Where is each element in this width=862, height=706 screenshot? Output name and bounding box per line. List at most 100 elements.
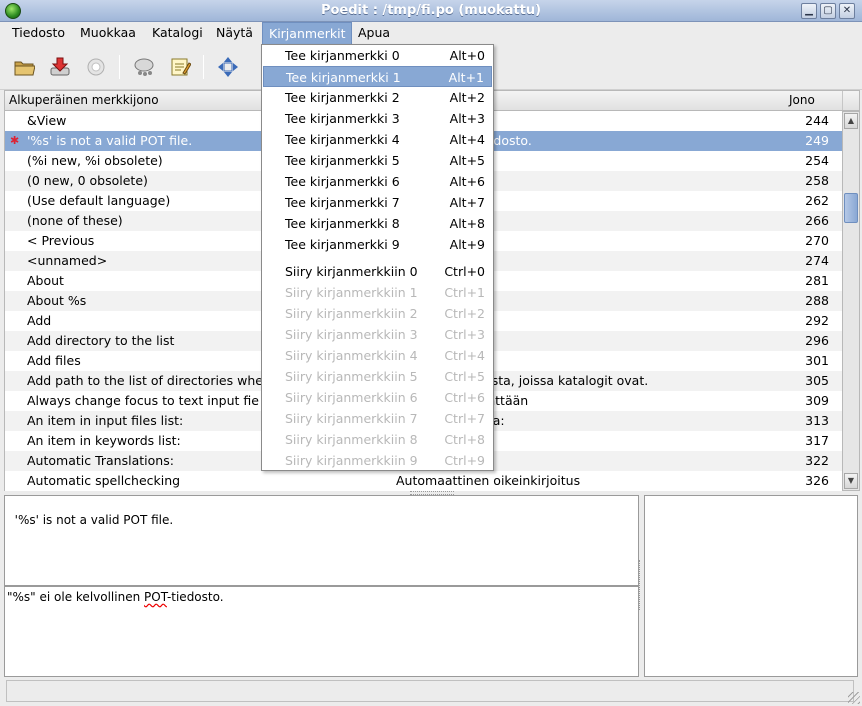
source-cell: An item in input files list: — [27, 413, 184, 428]
line-cell: 244 — [805, 113, 829, 128]
menu-nayta[interactable]: Näytä — [210, 22, 259, 44]
menu-item-set-bookmark-3[interactable]: Tee kirjanmerkki 3 Alt+3 — [263, 108, 492, 129]
menu-item-set-bookmark-4[interactable]: Tee kirjanmerkki 4 Alt+4 — [263, 129, 492, 150]
update-catalog-icon[interactable] — [82, 53, 110, 81]
line-cell: 270 — [805, 233, 829, 248]
maximize-button[interactable]: ▢ — [820, 3, 836, 19]
scroll-up-arrow[interactable]: ▲ — [844, 113, 858, 129]
scrollbar-thumb[interactable] — [844, 193, 858, 223]
minimize-button[interactable]: ▁ — [801, 3, 817, 19]
menu-item-label: Siiry kirjanmerkkiin 0 — [285, 264, 418, 279]
menu-item-set-bookmark-1[interactable]: Tee kirjanmerkki 1 Alt+1 — [263, 66, 492, 87]
menu-item-label: Tee kirjanmerkki 5 — [285, 153, 400, 168]
menu-item-set-bookmark-2[interactable]: Tee kirjanmerkki 2 Alt+2 — [263, 87, 492, 108]
translation-text-suffix: -tiedosto. — [166, 590, 224, 604]
menu-item-goto-bookmark-7[interactable]: Siiry kirjanmerkkiin 7 Ctrl+7 — [263, 408, 492, 429]
line-cell: 305 — [805, 373, 829, 388]
source-cell: (%i new, %i obsolete) — [27, 153, 163, 168]
menu-item-label: Tee kirjanmerkki 4 — [285, 132, 400, 147]
menu-kirjanmerkit[interactable]: Kirjanmerkit — [262, 22, 353, 44]
menu-item-accelerator: Ctrl+2 — [444, 306, 485, 321]
menu-katalogi[interactable]: Katalogi — [146, 22, 209, 44]
vertical-splitter-grip[interactable] — [639, 560, 642, 610]
close-button[interactable]: ✕ — [839, 3, 855, 19]
scroll-down-arrow[interactable]: ▼ — [844, 473, 858, 489]
line-cell: 266 — [805, 213, 829, 228]
auto-translate-icon[interactable] — [130, 53, 158, 81]
translation-cell: Automaattinen oikeinkirjoitus — [396, 473, 581, 488]
source-cell: About %s — [27, 293, 87, 308]
menu-tiedosto[interactable]: Tiedosto — [6, 22, 71, 44]
source-cell: Add — [27, 313, 52, 328]
menu-item-accelerator: Ctrl+5 — [444, 369, 485, 384]
menu-item-accelerator: Alt+6 — [449, 174, 485, 189]
menu-item-accelerator: Alt+9 — [449, 237, 485, 252]
menu-item-label: Siiry kirjanmerkkiin 2 — [285, 306, 418, 321]
menu-item-goto-bookmark-3[interactable]: Siiry kirjanmerkkiin 3 Ctrl+3 — [263, 324, 492, 345]
menu-item-set-bookmark-0[interactable]: Tee kirjanmerkki 0 Alt+0 — [263, 45, 492, 66]
menu-item-accelerator: Alt+7 — [449, 195, 485, 210]
status-bar — [6, 680, 854, 702]
menu-item-label: Tee kirjanmerkki 7 — [285, 195, 400, 210]
menu-item-label: Siiry kirjanmerkkiin 3 — [285, 327, 418, 342]
line-cell: 274 — [805, 253, 829, 268]
translation-input[interactable]: "%s" ei ole kelvollinen POT-tiedosto. — [4, 586, 639, 677]
menu-item-accelerator: Alt+8 — [449, 216, 485, 231]
menu-item-goto-bookmark-8[interactable]: Siiry kirjanmerkkiin 8 Ctrl+8 — [263, 429, 492, 450]
source-cell: Add files — [27, 353, 81, 368]
menu-item-accelerator: Ctrl+9 — [444, 453, 485, 468]
menu-item-accelerator: Ctrl+4 — [444, 348, 485, 363]
open-folder-icon[interactable] — [10, 53, 38, 81]
menu-item-label: Tee kirjanmerkki 3 — [285, 111, 400, 126]
resize-grip-icon[interactable] — [848, 692, 860, 704]
menu-item-label: Tee kirjanmerkki 8 — [285, 216, 400, 231]
menu-item-accelerator: Ctrl+8 — [444, 432, 485, 447]
line-cell: 281 — [805, 273, 829, 288]
line-cell: 249 — [805, 133, 829, 148]
menu-item-accelerator: Ctrl+0 — [444, 264, 485, 279]
source-cell: &View — [27, 113, 67, 128]
menu-item-accelerator: Alt+1 — [448, 70, 484, 85]
source-cell: '%s' is not a valid POT file. — [27, 133, 193, 148]
menu-item-goto-bookmark-4[interactable]: Siiry kirjanmerkkiin 4 Ctrl+4 — [263, 345, 492, 366]
line-cell: 326 — [805, 473, 829, 488]
column-header-line[interactable]: Jono — [785, 91, 843, 110]
toolbar-separator — [203, 55, 204, 79]
menu-item-accelerator: Ctrl+1 — [444, 285, 485, 300]
source-cell: Always change focus to text input fie — [27, 393, 259, 408]
menu-item-set-bookmark-6[interactable]: Tee kirjanmerkki 6 Alt+6 — [263, 171, 492, 192]
menu-item-accelerator: Alt+2 — [449, 90, 485, 105]
menu-item-label: Tee kirjanmerkki 2 — [285, 90, 400, 105]
menu-item-label: Siiry kirjanmerkkiin 7 — [285, 411, 418, 426]
misspelled-word: POT — [144, 590, 167, 604]
toolbar-separator — [119, 55, 120, 79]
menu-item-set-bookmark-5[interactable]: Tee kirjanmerkki 5 Alt+5 — [263, 150, 492, 171]
menu-item-accelerator: Ctrl+6 — [444, 390, 485, 405]
menu-muokkaa[interactable]: Muokkaa — [74, 22, 142, 44]
menu-item-goto-bookmark-9[interactable]: Siiry kirjanmerkkiin 9 Ctrl+9 — [263, 450, 492, 471]
menu-item-label: Siiry kirjanmerkkiin 4 — [285, 348, 418, 363]
menu-item-set-bookmark-7[interactable]: Tee kirjanmerkki 7 Alt+7 — [263, 192, 492, 213]
menu-item-goto-bookmark-2[interactable]: Siiry kirjanmerkkiin 2 Ctrl+2 — [263, 303, 492, 324]
source-cell: (none of these) — [27, 213, 123, 228]
menu-item-accelerator: Ctrl+3 — [444, 327, 485, 342]
comments-pane — [644, 495, 858, 677]
save-icon[interactable] — [46, 53, 74, 81]
line-cell: 301 — [805, 353, 829, 368]
menu-item-goto-bookmark-6[interactable]: Siiry kirjanmerkkiin 6 Ctrl+6 — [263, 387, 492, 408]
menu-item-set-bookmark-8[interactable]: Tee kirjanmerkki 8 Alt+8 — [263, 213, 492, 234]
menu-item-label: Siiry kirjanmerkkiin 1 — [285, 285, 418, 300]
menu-item-goto-bookmark-5[interactable]: Siiry kirjanmerkkiin 5 Ctrl+5 — [263, 366, 492, 387]
edit-comment-icon[interactable] — [166, 53, 194, 81]
fullscreen-icon[interactable] — [214, 53, 242, 81]
menu-item-label: Siiry kirjanmerkkiin 8 — [285, 432, 418, 447]
menu-item-goto-bookmark-1[interactable]: Siiry kirjanmerkkiin 1 Ctrl+1 — [263, 282, 492, 303]
menu-item-goto-bookmark-0[interactable]: Siiry kirjanmerkkiin 0 Ctrl+0 — [263, 261, 492, 282]
menu-item-label: Siiry kirjanmerkkiin 9 — [285, 453, 418, 468]
menu-item-label: Siiry kirjanmerkkiin 6 — [285, 390, 418, 405]
menu-apua[interactable]: Apua — [352, 22, 396, 44]
menu-item-set-bookmark-9[interactable]: Tee kirjanmerkki 9 Alt+9 — [263, 234, 492, 255]
table-row[interactable]: Automatic spellchecking Automaattinen oik… — [5, 471, 842, 491]
list-scrollbar[interactable]: ▲ ▼ — [842, 111, 860, 491]
source-cell: <unnamed> — [27, 253, 108, 268]
